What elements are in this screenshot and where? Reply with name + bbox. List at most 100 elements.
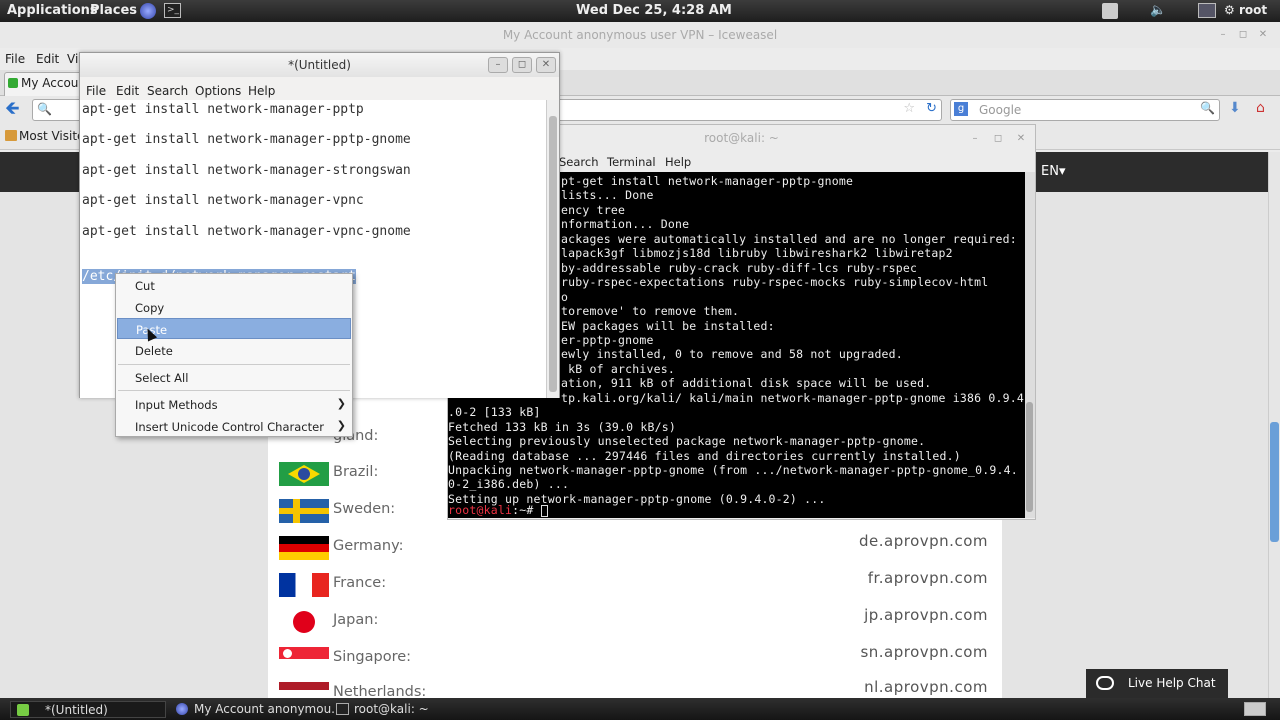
tab-favicon-icon bbox=[8, 78, 18, 88]
menu-item-delete[interactable]: Delete bbox=[117, 340, 351, 361]
server-row: Japan: jp.aprovpn.com bbox=[268, 606, 1002, 638]
terminal-line: Unpacking network-manager-pptp-gnome (fr… bbox=[448, 463, 1018, 477]
terminal-menu-search[interactable]: Search bbox=[559, 155, 599, 169]
editor-line: apt-get install network-manager-strongsw… bbox=[82, 163, 411, 178]
menu-item-cut[interactable]: Cut bbox=[117, 275, 351, 296]
menu-separator bbox=[118, 390, 350, 391]
user-name: root bbox=[1238, 3, 1268, 17]
browser-menu-file[interactable]: File bbox=[5, 52, 25, 66]
prompt-user: root@kali bbox=[448, 503, 513, 517]
server-domain[interactable]: jp.aprovpn.com bbox=[864, 606, 988, 624]
terminal-line: Selecting previously unselected package … bbox=[448, 434, 926, 449]
browser-launcher-icon[interactable] bbox=[140, 3, 156, 19]
workspace-switcher-icon[interactable] bbox=[1244, 702, 1266, 716]
terminal-line: by-addressable ruby-crack ruby-diff-lcs … bbox=[561, 260, 918, 275]
browser-title: My Account anonymous user VPN – Icewease… bbox=[0, 22, 1280, 48]
site-identity-icon[interactable]: 🔍 bbox=[37, 102, 52, 116]
server-domain[interactable]: sn.aprovpn.com bbox=[860, 643, 988, 661]
terminal-menu-terminal[interactable]: Terminal bbox=[607, 155, 656, 169]
taskbar-item-terminal[interactable]: root@kali: ~ bbox=[330, 701, 490, 718]
editor-menu-options[interactable]: Options bbox=[195, 84, 241, 98]
country-name: Sweden: bbox=[333, 501, 396, 517]
editor-menu-search[interactable]: Search bbox=[147, 84, 188, 98]
search-engine-icon[interactable]: g bbox=[954, 102, 968, 116]
browser-minimize-button[interactable]: – bbox=[1216, 28, 1230, 42]
editor-close-button[interactable]: ✕ bbox=[536, 57, 556, 73]
terminal-close-button[interactable]: ✕ bbox=[1014, 132, 1028, 146]
menu-item-input-methods[interactable]: Input Methods ❯ bbox=[117, 394, 351, 415]
terminal-prompt[interactable]: root@kali:~# bbox=[448, 503, 548, 517]
terminal-line: .0-2 [133 kB] bbox=[448, 405, 541, 420]
country-name: Germany: bbox=[333, 538, 404, 554]
taskbar-label: My Account anonymou... bbox=[194, 702, 343, 716]
terminal-line: ency tree bbox=[561, 202, 626, 217]
taskbar-item-editor[interactable]: *(Untitled) bbox=[10, 701, 166, 718]
browser-menu-view[interactable]: Vi bbox=[67, 52, 78, 66]
terminal-scrollbar[interactable] bbox=[1025, 172, 1035, 518]
live-help-chat-button[interactable]: Live Help Chat bbox=[1086, 669, 1228, 698]
country-name: Singapore: bbox=[333, 649, 412, 665]
browser-maximize-button[interactable]: ◻ bbox=[1236, 28, 1250, 42]
editor-minimize-button[interactable]: – bbox=[488, 57, 508, 73]
chat-bubble-icon bbox=[1096, 676, 1114, 690]
live-chat-label: Live Help Chat bbox=[1128, 676, 1216, 690]
most-visited-bookmark[interactable]: Most Visite bbox=[19, 129, 84, 143]
page-scrollbar[interactable] bbox=[1268, 152, 1280, 698]
terminal-line: er-pptp-gnome bbox=[561, 332, 654, 347]
terminal-line: toremove' to remove them. bbox=[561, 304, 740, 319]
terminal-line: kB of archives. bbox=[561, 361, 675, 376]
terminal-line: 0-2_i386.deb) ... bbox=[448, 477, 570, 492]
editor-menu-help[interactable]: Help bbox=[248, 84, 275, 98]
editor-menu-file[interactable]: File bbox=[86, 84, 106, 98]
volume-icon[interactable]: 🔈 bbox=[1150, 3, 1166, 18]
editor-maximize-button[interactable]: ◻ bbox=[512, 57, 532, 73]
submenu-arrow-icon: ❯ bbox=[336, 419, 346, 432]
reload-icon[interactable]: ↻ bbox=[926, 101, 937, 116]
network-icon[interactable] bbox=[1198, 3, 1216, 18]
server-domain[interactable]: nl.aprovpn.com bbox=[864, 678, 988, 696]
search-box[interactable]: g Google 🔍 bbox=[950, 99, 1220, 121]
notification-icon[interactable] bbox=[1102, 3, 1118, 19]
scroll-thumb[interactable] bbox=[1270, 422, 1279, 542]
browser-menu-edit[interactable]: Edit bbox=[36, 52, 59, 66]
sweden-flag-icon bbox=[279, 499, 329, 523]
server-domain[interactable]: fr.aprovpn.com bbox=[868, 569, 988, 587]
back-icon[interactable]: 🡸 bbox=[5, 99, 20, 119]
home-icon[interactable]: ⌂ bbox=[1256, 100, 1265, 116]
terminal-line: ewly installed, 0 to remove and 58 not u… bbox=[561, 347, 903, 362]
terminal-line: lapack3gf libmozjs18d libruby libwiresha… bbox=[561, 246, 953, 261]
terminal-minimize-button[interactable]: – bbox=[968, 132, 982, 146]
terminal-line: lists... Done bbox=[561, 188, 654, 203]
browser-close-button[interactable]: ✕ bbox=[1256, 28, 1270, 42]
editor-scrollbar[interactable] bbox=[546, 100, 559, 398]
terminal-scroll-thumb[interactable] bbox=[1026, 402, 1033, 512]
search-go-icon[interactable]: 🔍 bbox=[1200, 101, 1215, 115]
menu-item-select-all[interactable]: Select All bbox=[117, 367, 351, 388]
terminal-line: Fetched 133 kB in 3s (39.0 kB/s) bbox=[448, 419, 676, 434]
france-flag-icon bbox=[279, 573, 329, 597]
server-row: Singapore: sn.aprovpn.com bbox=[268, 643, 1002, 675]
browser-tab[interactable]: My Accoun bbox=[4, 72, 82, 96]
japan-flag-icon bbox=[279, 610, 329, 634]
editor-scroll-thumb[interactable] bbox=[549, 116, 557, 392]
editor-menu-edit[interactable]: Edit bbox=[116, 84, 139, 98]
language-selector[interactable]: EN▾ bbox=[1041, 164, 1065, 179]
terminal-line: ackages were automatically installed and… bbox=[561, 231, 1017, 246]
menu-item-copy[interactable]: Copy bbox=[117, 297, 351, 318]
terminal-line: o bbox=[561, 289, 569, 304]
terminal-maximize-button[interactable]: ◻ bbox=[991, 132, 1005, 146]
places-menu[interactable]: Places bbox=[90, 3, 137, 18]
applications-menu[interactable]: Applications bbox=[7, 3, 98, 18]
country-name: France: bbox=[333, 575, 387, 591]
download-icon[interactable]: ⬇ bbox=[1229, 100, 1241, 116]
terminal-launcher-icon[interactable]: >_ bbox=[164, 3, 181, 18]
country-name: Japan: bbox=[333, 612, 379, 628]
server-domain[interactable]: de.aprovpn.com bbox=[859, 532, 988, 550]
menu-item-insert-unicode[interactable]: Insert Unicode Control Character ❯ bbox=[117, 416, 351, 437]
user-menu[interactable]: ⚙ root bbox=[1224, 3, 1267, 17]
terminal-menu-help[interactable]: Help bbox=[665, 155, 691, 169]
menu-item-label: Insert Unicode Control Character bbox=[135, 420, 324, 434]
clock[interactable]: Wed Dec 25, 4:28 AM bbox=[576, 3, 732, 18]
taskbar-item-browser[interactable]: My Account anonymou... bbox=[170, 701, 343, 718]
bookmark-star-icon[interactable]: ☆ bbox=[903, 101, 915, 116]
